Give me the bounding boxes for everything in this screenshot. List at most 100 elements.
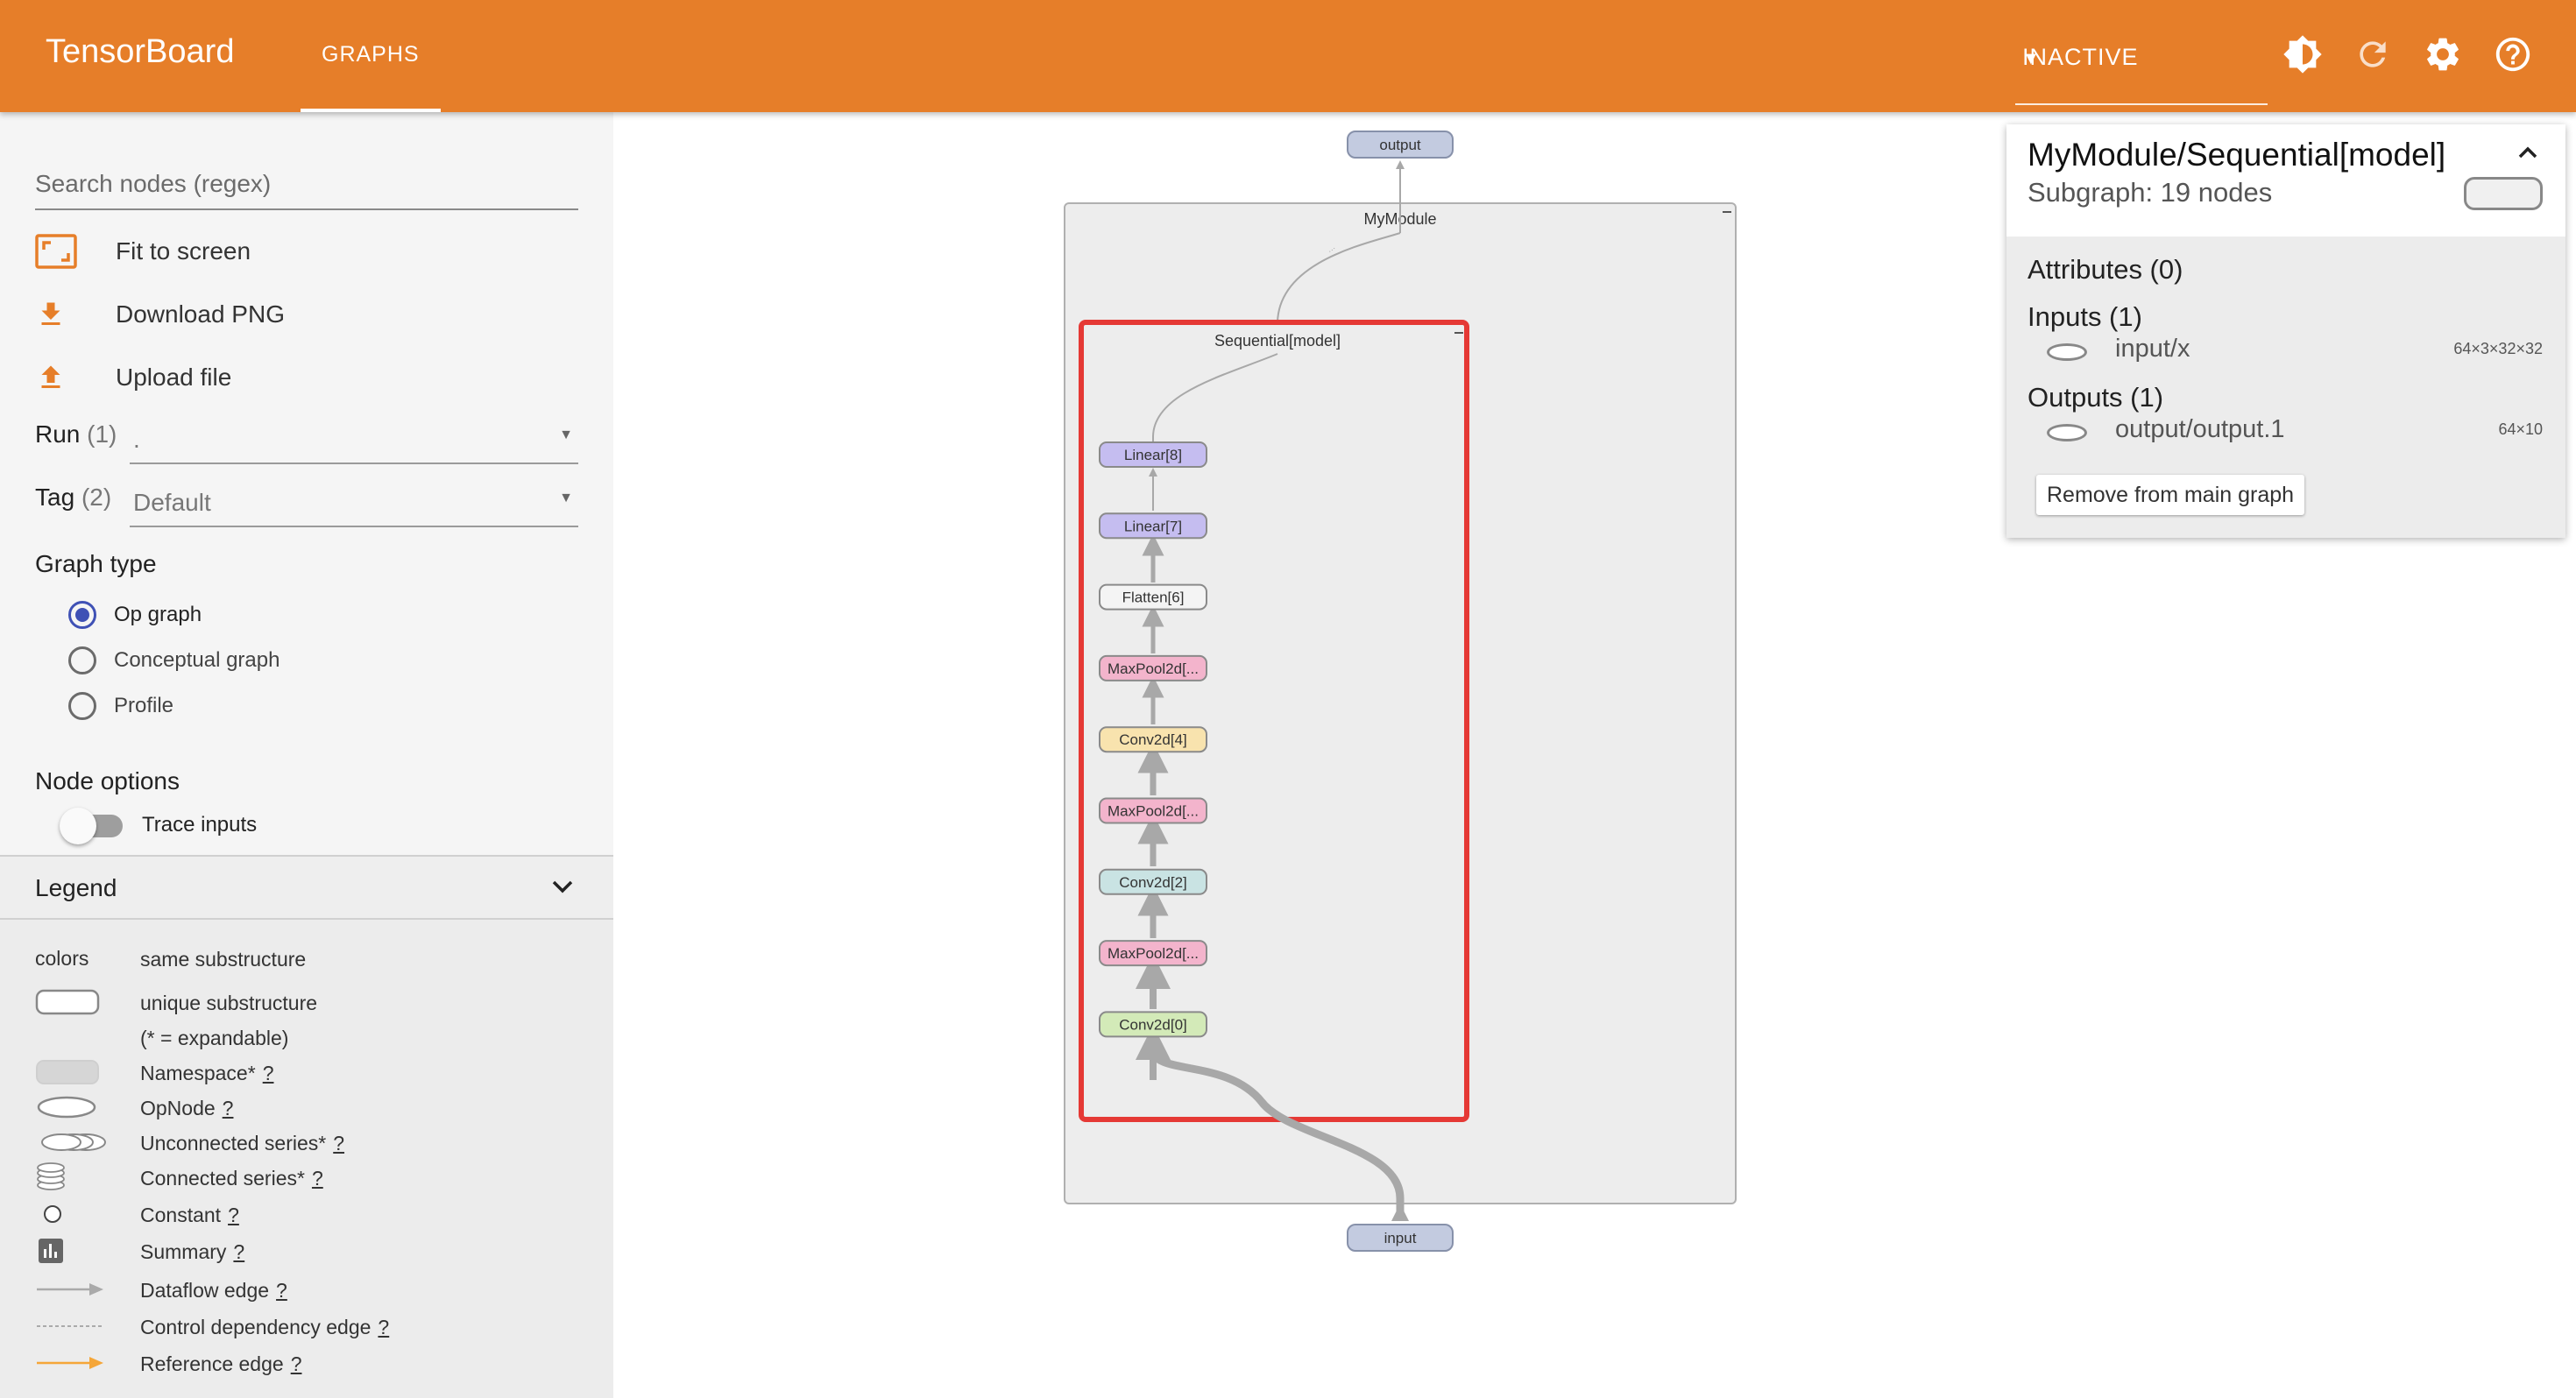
op-node[interactable]: Conv2d[2]: [1099, 868, 1207, 895]
connected-series-help-link[interactable]: ?: [312, 1167, 323, 1190]
tag-label: Tag: [35, 484, 75, 511]
op-node-label: MaxPool2d[...: [1108, 945, 1199, 962]
graph-type-title: Graph type: [35, 550, 157, 577]
info-card-subtitle: Subgraph: 19 nodes: [2028, 177, 2273, 208]
reference-edge-help-link[interactable]: ?: [291, 1352, 302, 1375]
upload-icon: [35, 356, 82, 399]
fit-to-screen-label: Fit to screen: [116, 237, 251, 265]
output-item[interactable]: output/output.1 64×10: [2047, 415, 2546, 447]
radio-conceptual-graph[interactable]: Conceptual graph: [68, 643, 280, 678]
run-label: Run: [35, 420, 81, 448]
chevron-down-icon: ▼: [2022, 49, 2041, 68]
app-title: TensorBoard: [46, 33, 235, 70]
search-input[interactable]: [35, 166, 578, 198]
node-options-title: Node options: [35, 767, 180, 794]
legend-row: OpNode?: [35, 1091, 596, 1123]
radio-button-unchecked: [68, 692, 96, 720]
node-output[interactable]: output: [1347, 131, 1454, 159]
node-shape-icon: [2464, 177, 2543, 210]
summary-icon: [35, 1235, 114, 1267]
op-node-label: MaxPool2d[...: [1108, 660, 1199, 677]
op-node[interactable]: Flatten[6]: [1099, 583, 1207, 611]
remove-from-main-graph-button[interactable]: Remove from main graph: [2036, 475, 2305, 515]
help-icon[interactable]: [2492, 33, 2534, 75]
output-name: output/output.1: [2115, 415, 2285, 443]
info-card-header: MyModule/Sequential[model] Subgraph: 19 …: [2006, 124, 2565, 237]
op-node[interactable]: Linear[8]: [1099, 441, 1207, 468]
chevron-down-icon: ▼: [559, 427, 573, 442]
node-info-card: MyModule/Sequential[model] Subgraph: 19 …: [2006, 124, 2565, 538]
tag-select-value: Default: [133, 489, 211, 516]
radio-profile-label: Profile: [114, 694, 174, 717]
info-card-title: MyModule/Sequential[model]: [2028, 137, 2446, 173]
settings-icon[interactable]: [2422, 33, 2464, 75]
dataflow-edge-icon: [35, 1274, 114, 1305]
constant-help-link[interactable]: ?: [228, 1204, 239, 1226]
tag-select[interactable]: Default ▼: [130, 478, 578, 527]
control-dependency-edge-help-link[interactable]: ?: [378, 1316, 389, 1338]
download-png-button[interactable]: Download PNG: [35, 293, 285, 336]
run-select[interactable]: . ▼: [130, 415, 578, 464]
op-node-label: Flatten[6]: [1122, 590, 1185, 606]
chevron-down-icon: ▼: [559, 491, 573, 505]
legend-row: Unconnected series*?: [35, 1126, 596, 1158]
opnode-icon: [35, 1091, 114, 1123]
input-item[interactable]: input/x 64×3×32×32: [2047, 335, 2546, 366]
node-input[interactable]: input: [1347, 1224, 1454, 1252]
op-node-label: MaxPool2d[...: [1108, 803, 1199, 820]
op-node[interactable]: MaxPool2d[...: [1099, 940, 1207, 967]
input-name: input/x: [2115, 335, 2190, 363]
attributes-heading: Attributes (0): [2028, 254, 2183, 285]
op-node[interactable]: MaxPool2d[...: [1099, 797, 1207, 824]
tag-count: (2): [81, 484, 112, 511]
refresh-icon[interactable]: [2352, 33, 2394, 75]
legend-row: Dataflow edge?: [35, 1274, 596, 1305]
top-app-bar: TensorBoard GRAPHS INACTIVE ▼: [0, 0, 2576, 112]
node-output-label: output: [1379, 137, 1421, 153]
download-icon: [35, 293, 82, 336]
namespace-sequential-label: Sequential[model]: [1214, 332, 1341, 350]
run-select-value: .: [133, 426, 140, 453]
op-node[interactable]: Conv2d[4]: [1099, 726, 1207, 753]
op-node-label: Linear[8]: [1124, 447, 1182, 463]
fit-screen-icon: [35, 229, 82, 273]
fit-to-screen-button[interactable]: Fit to screen: [35, 229, 251, 273]
radio-profile[interactable]: Profile: [68, 688, 173, 724]
legend-colors-label: colors: [35, 946, 89, 970]
legend-title: Legend: [35, 874, 117, 901]
opnode-icon: [2047, 424, 2087, 441]
node-input-label: input: [1384, 1230, 1417, 1246]
op-node-label: Linear[7]: [1124, 518, 1182, 534]
legend-row: unique substructure: [35, 986, 596, 1018]
chevron-down-icon: [550, 878, 575, 900]
radio-button-checked: [68, 601, 96, 629]
connected-series-icon: [35, 1161, 114, 1193]
legend-row: Summary?: [35, 1235, 596, 1267]
reference-edge-icon: [35, 1347, 114, 1379]
legend-row: (* = expandable): [140, 1027, 289, 1049]
radio-op-graph[interactable]: Op graph: [68, 597, 202, 632]
op-node-label: Conv2d[0]: [1119, 1016, 1187, 1033]
namespace-help-link[interactable]: ?: [263, 1062, 274, 1084]
brightness-icon[interactable]: [2282, 33, 2324, 75]
op-node[interactable]: Conv2d[0]: [1099, 1011, 1207, 1038]
legend-row: Constant?: [35, 1198, 596, 1230]
op-node[interactable]: Linear[7]: [1099, 512, 1207, 540]
op-node-label: Conv2d[4]: [1119, 731, 1187, 748]
summary-help-link[interactable]: ?: [233, 1240, 244, 1263]
upload-file-button[interactable]: Upload file: [35, 356, 231, 399]
legend-header[interactable]: Legend: [0, 855, 613, 920]
op-node[interactable]: MaxPool2d[...: [1099, 654, 1207, 681]
opnode-help-link[interactable]: ?: [223, 1097, 234, 1119]
chevron-up-icon[interactable]: [2516, 144, 2539, 166]
search-nodes[interactable]: [35, 166, 578, 210]
plugin-select[interactable]: INACTIVE ▼: [2015, 26, 2268, 105]
sidebar: Fit to screen Download PNG Upload file R…: [0, 112, 613, 1398]
upload-file-label: Upload file: [116, 364, 232, 391]
trace-inputs-toggle[interactable]: [60, 808, 128, 844]
unconnected-series-help-link[interactable]: ?: [333, 1132, 344, 1154]
dataflow-edge-help-link[interactable]: ?: [276, 1279, 287, 1302]
legend-row: Namespace*?: [35, 1056, 596, 1088]
active-tab-indicator: [301, 109, 441, 112]
tab-graphs[interactable]: GRAPHS: [301, 0, 441, 112]
